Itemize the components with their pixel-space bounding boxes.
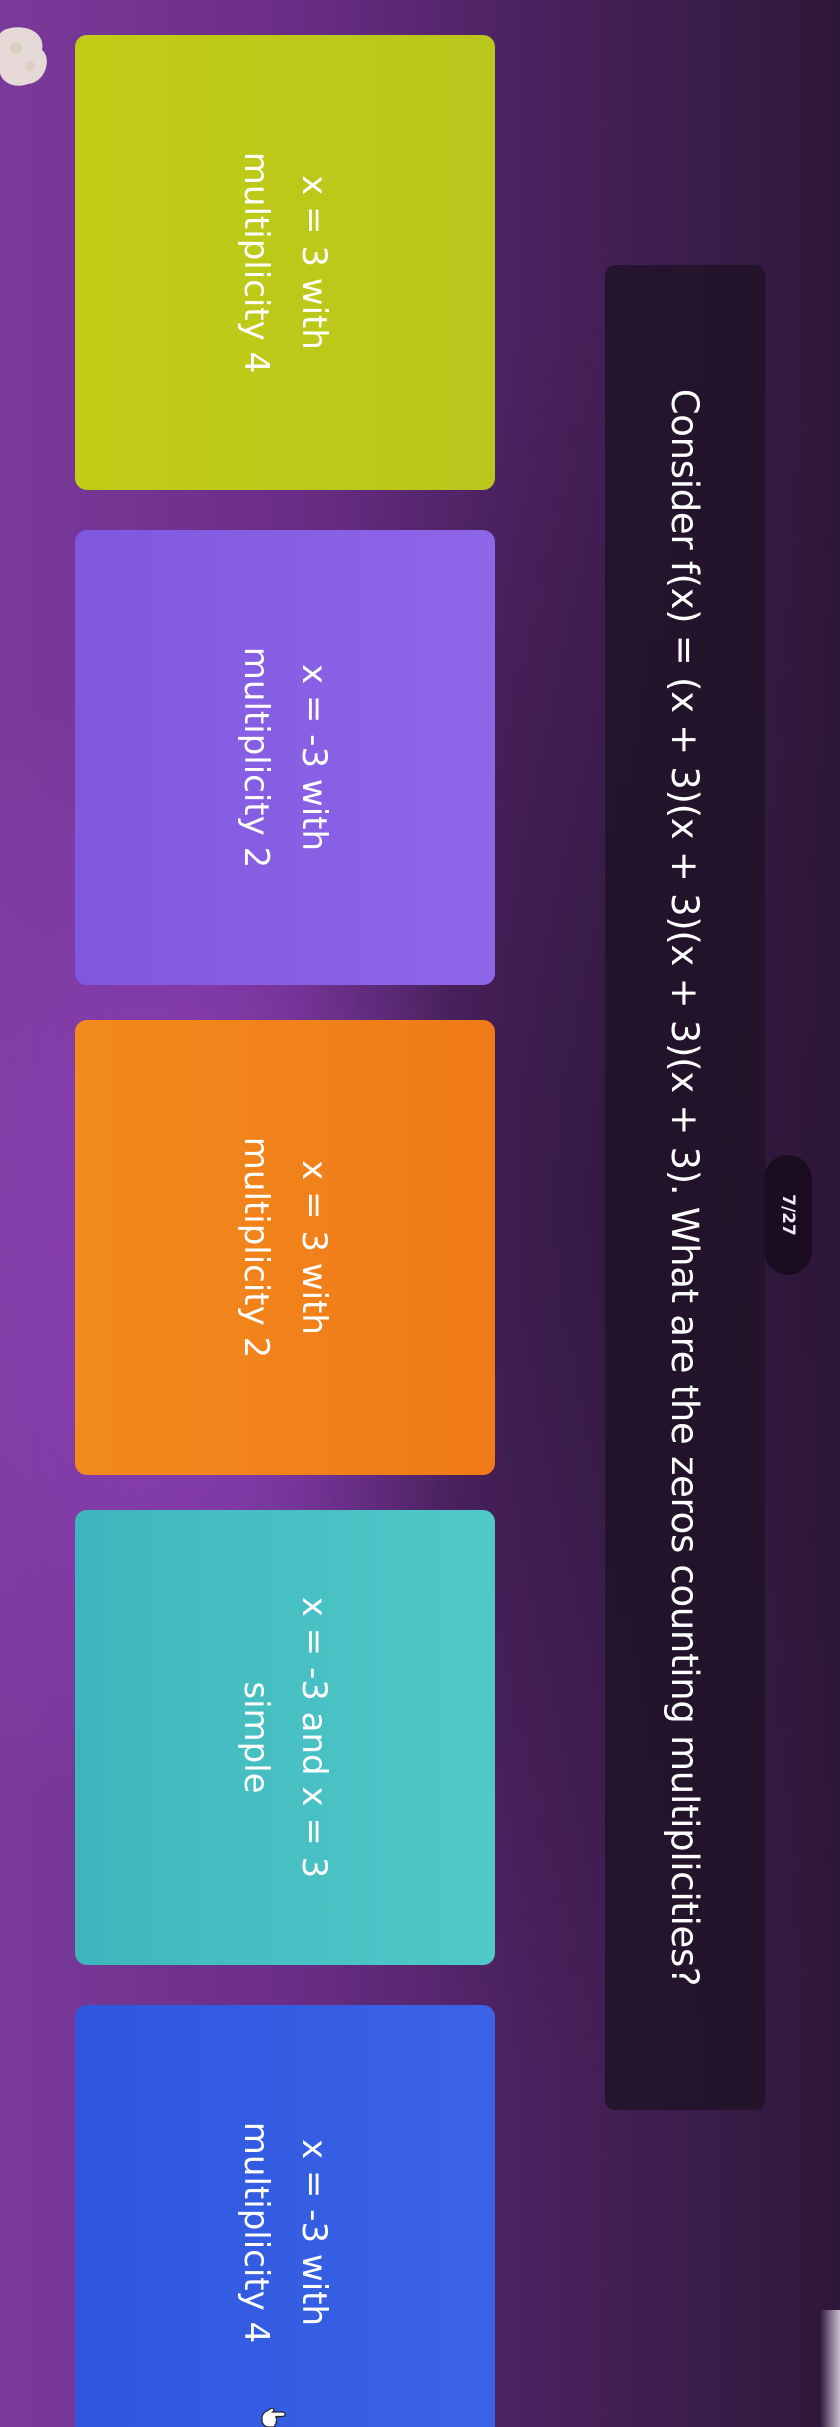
- answer-option-4-line-2: simple: [236, 1681, 276, 1794]
- question-progress-badge: 7/27: [764, 1155, 812, 1275]
- answer-option-1-line-1: x = 3 with: [294, 175, 334, 350]
- question-text: Consider f(x) = (x + 3)(x + 3)(x + 3)(x …: [663, 388, 707, 1987]
- answer-option-1-line-2: multiplicity 4: [236, 151, 276, 374]
- answer-option-5-line-1: x = -3 with: [294, 2138, 334, 2327]
- answer-option-5-line-2: multiplicity 4: [236, 2121, 276, 2344]
- answer-option-2[interactable]: x = -3 with multiplicity 2: [75, 530, 495, 985]
- answer-option-2-line-2: multiplicity 2: [236, 646, 276, 869]
- answer-option-2-line-1: x = -3 with: [294, 663, 334, 852]
- hand-pointer-icon: [261, 2407, 286, 2427]
- answer-options: x = 3 with multiplicity 4 x = -3 with mu…: [15, 35, 495, 2427]
- answer-option-3-line-2: multiplicity 2: [236, 1136, 276, 1359]
- answer-option-4[interactable]: x = -3 and x = 3 simple: [75, 1510, 495, 1965]
- question-panel: Consider f(x) = (x + 3)(x + 3)(x + 3)(x …: [605, 265, 765, 2110]
- question-progress-label: 7/27: [778, 1194, 798, 1236]
- answer-option-5[interactable]: x = -3 with multiplicity 4: [75, 2005, 495, 2427]
- answer-option-3[interactable]: x = 3 with multiplicity 2: [75, 1020, 495, 1475]
- answer-option-1[interactable]: x = 3 with multiplicity 4: [75, 35, 495, 490]
- quiz-stage: 7/27 Consider f(x) = (x + 3)(x + 3)(x + …: [0, 0, 840, 2427]
- quiz-screen: 7/27 Consider f(x) = (x + 3)(x + 3)(x + …: [0, 0, 840, 2427]
- answer-option-3-line-1: x = 3 with: [294, 1160, 334, 1335]
- answer-option-4-line-1: x = -3 and x = 3: [294, 1596, 334, 1879]
